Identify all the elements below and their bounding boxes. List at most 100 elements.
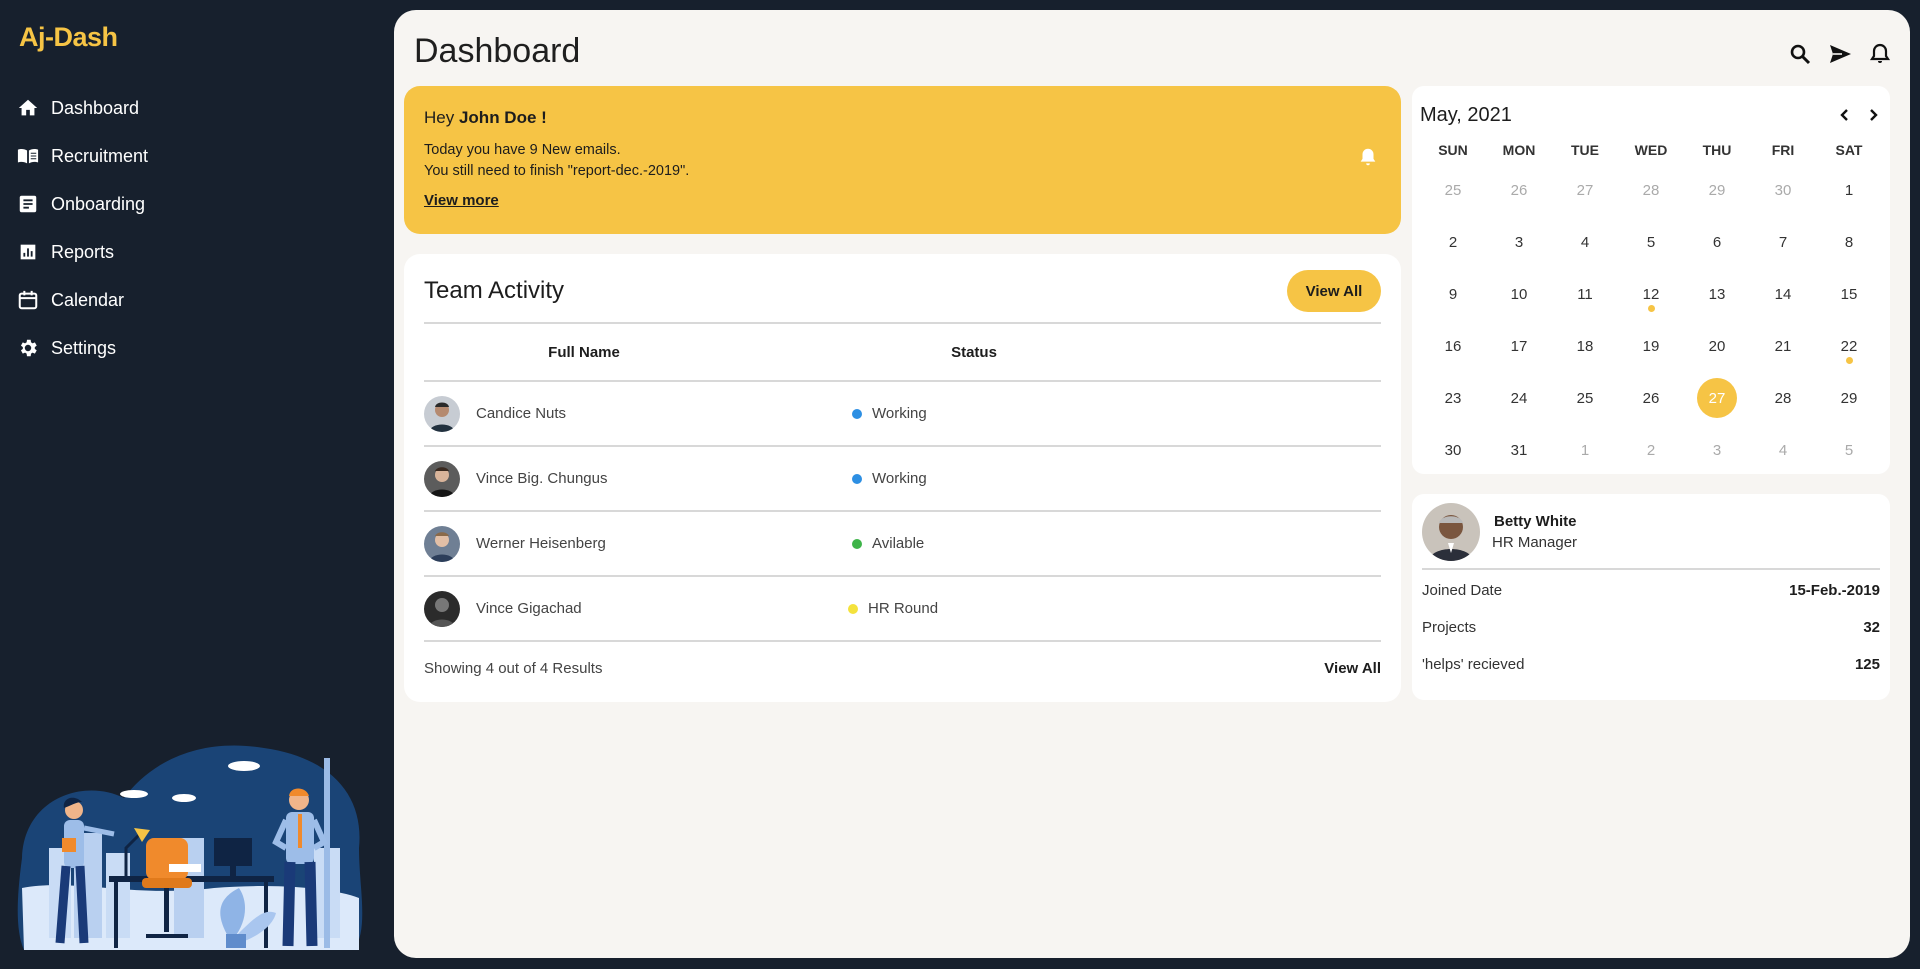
calendar-day[interactable]: 5 xyxy=(1816,424,1882,476)
sidebar-item-recruitment[interactable]: Recruitment xyxy=(17,132,148,180)
day-number: 19 xyxy=(1642,337,1660,355)
table-row[interactable]: Vince Big. Chungus Working xyxy=(424,447,1381,512)
stat-row: 'helps' recieved 125 xyxy=(1422,646,1880,683)
day-number: 28 xyxy=(1774,389,1792,407)
calendar-day[interactable]: 7 xyxy=(1750,216,1816,268)
chevron-left-icon[interactable] xyxy=(1836,106,1854,124)
event-dot xyxy=(1647,305,1655,312)
avatar xyxy=(424,590,460,627)
calendar-day[interactable]: 25 xyxy=(1420,164,1486,216)
table-row[interactable]: Vince Gigachad HR Round xyxy=(424,577,1381,642)
calendar-day[interactable]: 29 xyxy=(1684,164,1750,216)
sidebar-item-label: Reports xyxy=(51,241,115,262)
calendar-nav xyxy=(1836,106,1882,124)
sidebar-item-calendar[interactable]: Calendar xyxy=(17,276,148,324)
day-number: 29 xyxy=(1708,181,1726,199)
calendar-day[interactable]: 11 xyxy=(1552,268,1618,320)
calendar-grid: SUN MON TUE WED THU FRI SAT 25 26 27 28 29 30 1 2 3 4 5 6 7… xyxy=(1420,136,1882,476)
home-icon xyxy=(18,99,38,116)
app-logo[interactable]: Aj-Dash xyxy=(19,22,118,53)
main-panel: Dashboard Hey John Doe ! Today you have … xyxy=(394,10,1910,958)
calendar-day[interactable]: 3 xyxy=(1684,424,1750,476)
calendar-day[interactable]: 2 xyxy=(1420,216,1486,268)
calendar-day[interactable]: 4 xyxy=(1750,424,1816,476)
stat-value: 15-Feb.-2019 xyxy=(1789,582,1880,599)
calendar-day[interactable]: 30 xyxy=(1420,424,1486,476)
stat-value: 125 xyxy=(1854,656,1880,673)
view-all-button[interactable]: View All xyxy=(1287,270,1381,312)
calendar-day[interactable]: 4 xyxy=(1552,216,1618,268)
calendar-header: May, 2021 xyxy=(1420,100,1882,130)
sidebar-item-label: Dashboard xyxy=(51,97,140,118)
view-more-link[interactable]: View more xyxy=(424,192,499,209)
day-number: 1 xyxy=(1844,181,1854,199)
weekday-label: MON xyxy=(1502,142,1536,158)
send-icon[interactable] xyxy=(1828,42,1852,66)
row-name: Vince Big. Chungus xyxy=(476,470,608,487)
day-number: 14 xyxy=(1774,285,1792,303)
profile-info: Betty White HR Manager xyxy=(1492,513,1577,551)
view-all-link[interactable]: View All xyxy=(1324,660,1381,677)
office-illustration xyxy=(17,745,363,950)
status-dot xyxy=(852,538,862,549)
calendar-day[interactable]: 19 xyxy=(1618,320,1684,372)
avatar xyxy=(424,525,460,562)
calendar-day[interactable]: 28 xyxy=(1618,164,1684,216)
calendar-day[interactable]: 22 xyxy=(1816,320,1882,372)
calendar-day[interactable]: 20 xyxy=(1684,320,1750,372)
sidebar-item-onboarding[interactable]: Onboarding xyxy=(17,180,148,228)
calendar-day[interactable]: 3 xyxy=(1486,216,1552,268)
calendar-day[interactable]: 27 xyxy=(1684,372,1750,424)
calendar-day[interactable]: 15 xyxy=(1816,268,1882,320)
calendar-day[interactable]: 13 xyxy=(1684,268,1750,320)
column-header-status: Status xyxy=(951,343,997,361)
day-number: 20 xyxy=(1708,337,1726,355)
row-name: Candice Nuts xyxy=(476,405,567,422)
calendar-day[interactable]: 26 xyxy=(1618,372,1684,424)
calendar-day[interactable]: 23 xyxy=(1420,372,1486,424)
table-row[interactable]: Werner Heisenberg Avilable xyxy=(424,512,1381,577)
table-row[interactable]: Candice Nuts Working xyxy=(424,382,1381,447)
sidebar-item-dashboard[interactable]: Dashboard xyxy=(17,84,148,132)
day-number: 25 xyxy=(1444,181,1462,199)
sidebar-item-reports[interactable]: Reports xyxy=(17,228,148,276)
day-number: 22 xyxy=(1840,337,1858,355)
calendar-day[interactable]: 1 xyxy=(1816,164,1882,216)
bell-icon[interactable] xyxy=(1868,42,1892,66)
calendar-day[interactable]: 18 xyxy=(1552,320,1618,372)
calendar-day[interactable]: 14 xyxy=(1750,268,1816,320)
calendar-day[interactable]: 30 xyxy=(1750,164,1816,216)
calendar-day[interactable]: 1 xyxy=(1552,424,1618,476)
day-number: 8 xyxy=(1844,233,1854,251)
calendar-day[interactable]: 12 xyxy=(1618,268,1684,320)
calendar-day[interactable]: 16 xyxy=(1420,320,1486,372)
calendar-day[interactable]: 31 xyxy=(1486,424,1552,476)
sidebar-item-settings[interactable]: Settings xyxy=(17,324,148,372)
calendar-day[interactable]: 26 xyxy=(1486,164,1552,216)
calendar-day[interactable]: 10 xyxy=(1486,268,1552,320)
sidebar-item-label: Recruitment xyxy=(51,145,149,166)
calendar-day[interactable]: 6 xyxy=(1684,216,1750,268)
calendar-icon xyxy=(18,290,38,310)
calendar-day[interactable]: 21 xyxy=(1750,320,1816,372)
calendar-day[interactable]: 28 xyxy=(1750,372,1816,424)
calendar-day[interactable]: 17 xyxy=(1486,320,1552,372)
calendar-day[interactable]: 27 xyxy=(1552,164,1618,216)
chevron-right-icon[interactable] xyxy=(1864,106,1882,124)
calendar-day[interactable]: 29 xyxy=(1816,372,1882,424)
calendar-day[interactable]: 25 xyxy=(1552,372,1618,424)
weekday-label: THU xyxy=(1702,142,1732,158)
calendar-day[interactable]: 9 xyxy=(1420,268,1486,320)
calendar-widget: May, 2021 SUN MON TUE WED THU FRI SAT 25 26 27 28 2… xyxy=(1412,86,1890,474)
calendar-day[interactable]: 2 xyxy=(1618,424,1684,476)
day-number: 27 xyxy=(1697,378,1737,418)
search-icon[interactable] xyxy=(1788,42,1812,66)
bell-icon xyxy=(1357,146,1379,168)
calendar-day[interactable]: 8 xyxy=(1816,216,1882,268)
calendar-day[interactable]: 5 xyxy=(1618,216,1684,268)
calendar-day[interactable]: 24 xyxy=(1486,372,1552,424)
bar-chart-icon xyxy=(20,244,36,260)
notification-card: Hey John Doe ! Today you have 9 New emai… xyxy=(404,86,1401,234)
day-number: 26 xyxy=(1642,389,1660,407)
weekday-label: TUE xyxy=(1571,142,1599,158)
